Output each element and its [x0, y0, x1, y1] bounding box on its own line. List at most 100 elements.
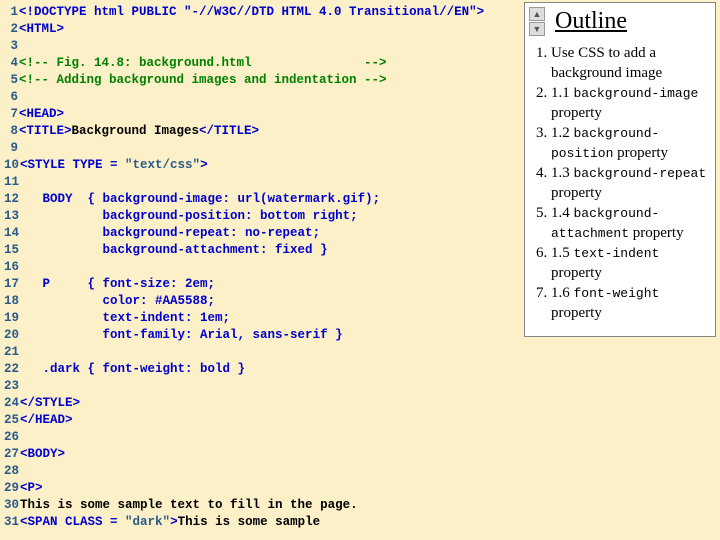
line-number: 17: [4, 276, 19, 293]
code-token: "dark": [125, 514, 170, 531]
outline-item[interactable]: 1.5 text-indent property: [551, 244, 707, 283]
outline-nav-buttons: ▲ ▼: [529, 7, 545, 36]
code-token: <STYLE TYPE =: [20, 157, 125, 174]
line-number: 27: [4, 446, 19, 463]
outline-text: text-indent: [574, 246, 660, 261]
outline-text: property: [551, 305, 602, 321]
line-number: 26: [4, 429, 19, 446]
line-number: 21: [4, 344, 19, 361]
outline-text: font-weight: [574, 286, 660, 301]
line-number: 2: [4, 21, 18, 38]
outline-down-button[interactable]: ▼: [529, 22, 545, 36]
outline-text: 1.6: [551, 285, 574, 301]
outline-title: Outline: [555, 8, 627, 35]
code-line: 9: [4, 140, 520, 157]
outline-text: 1.5: [551, 245, 574, 261]
code-token: font-family: Arial, sans-serif }: [20, 327, 343, 344]
code-token: <!DOCTYPE html PUBLIC "-//W3C//DTD HTML …: [19, 4, 484, 21]
code-line: 13 background-position: bottom right;: [4, 208, 520, 225]
code-token: BODY { background-image: url(watermark.g…: [20, 191, 380, 208]
line-number: 25: [4, 412, 19, 429]
code-token: >: [200, 157, 208, 174]
code-token: background-attachment: fixed }: [20, 242, 328, 259]
code-token: This is some sample: [178, 514, 321, 531]
outline-text: property: [629, 225, 684, 241]
outline-list: Use CSS to add a background image1.1 bac…: [525, 38, 715, 336]
code-token: <BODY>: [20, 446, 65, 463]
code-line: 15 background-attachment: fixed }: [4, 242, 520, 259]
outline-text: 1.1: [551, 85, 574, 101]
outline-item[interactable]: 1.3 background-repeat property: [551, 164, 707, 203]
code-token: </TITLE>: [199, 123, 259, 140]
code-token: <!-- Adding background images and indent…: [19, 72, 387, 89]
code-line: 17 P { font-size: 2em;: [4, 276, 520, 293]
code-token: >: [170, 514, 178, 531]
code-line: 28: [4, 463, 520, 480]
code-line: 19 text-indent: 1em;: [4, 310, 520, 327]
code-token: <!-- Fig. 14.8: background.html -->: [19, 55, 387, 72]
line-number: 19: [4, 310, 19, 327]
line-number: 28: [4, 463, 19, 480]
outline-text: 1.3: [551, 165, 574, 181]
outline-text: Use CSS to add a background image: [551, 45, 662, 81]
code-line: 2<HTML>: [4, 21, 520, 38]
code-token: text-indent: 1em;: [20, 310, 230, 327]
code-line: 5<!-- Adding background images and inden…: [4, 72, 520, 89]
code-token: <P>: [20, 480, 43, 497]
line-number: 30: [4, 497, 19, 514]
line-number: 14: [4, 225, 19, 242]
code-line: 24</STYLE>: [4, 395, 520, 412]
code-token: </STYLE>: [20, 395, 80, 412]
code-token: background-position: bottom right;: [20, 208, 358, 225]
outline-text: background-repeat: [574, 166, 707, 181]
line-number: 5: [4, 72, 18, 89]
line-number: 9: [4, 140, 18, 157]
line-number: 6: [4, 89, 18, 106]
outline-item[interactable]: 1.4 background-attachment property: [551, 204, 707, 243]
code-line: 18 color: #AA5588;: [4, 293, 520, 310]
outline-panel: ▲ ▼ Outline Use CSS to add a background …: [524, 2, 716, 337]
code-token: <TITLE>: [19, 123, 72, 140]
code-line: 10<STYLE TYPE = "text/css">: [4, 157, 520, 174]
code-line: 3: [4, 38, 520, 55]
line-number: 22: [4, 361, 19, 378]
line-number: 16: [4, 259, 19, 276]
line-number: 13: [4, 208, 19, 225]
code-line: 1<!DOCTYPE html PUBLIC "-//W3C//DTD HTML…: [4, 4, 520, 21]
outline-text: property: [551, 265, 602, 281]
code-line: 26: [4, 429, 520, 446]
outline-text: background-image: [574, 86, 699, 101]
code-token: background-repeat: no-repeat;: [20, 225, 320, 242]
line-number: 11: [4, 174, 19, 191]
outline-item[interactable]: 1.2 background-position property: [551, 124, 707, 163]
code-line: 20 font-family: Arial, sans-serif }: [4, 327, 520, 344]
outline-text: 1.2: [551, 125, 574, 141]
line-number: 7: [4, 106, 18, 123]
line-number: 1: [4, 4, 18, 21]
outline-text: property: [551, 185, 602, 201]
code-token: </HEAD>: [20, 412, 73, 429]
code-line: 23: [4, 378, 520, 395]
code-line: 27<BODY>: [4, 446, 520, 463]
line-number: 8: [4, 123, 18, 140]
line-number: 18: [4, 293, 19, 310]
code-token: color: #AA5588;: [20, 293, 215, 310]
line-number: 20: [4, 327, 19, 344]
code-token: P { font-size: 2em;: [20, 276, 223, 293]
line-number: 4: [4, 55, 18, 72]
code-line: 11: [4, 174, 520, 191]
outline-up-button[interactable]: ▲: [529, 7, 545, 21]
code-token: <SPAN CLASS =: [20, 514, 125, 531]
code-line: 30This is some sample text to fill in th…: [4, 497, 520, 514]
code-token: <HTML>: [19, 21, 64, 38]
outline-item[interactable]: Use CSS to add a background image: [551, 44, 707, 83]
outline-item[interactable]: 1.6 font-weight property: [551, 284, 707, 323]
line-number: 29: [4, 480, 19, 497]
line-number: 24: [4, 395, 19, 412]
line-number: 31: [4, 514, 19, 531]
outline-item[interactable]: 1.1 background-image property: [551, 84, 707, 123]
code-line: 29<P>: [4, 480, 520, 497]
code-area: 1<!DOCTYPE html PUBLIC "-//W3C//DTD HTML…: [0, 0, 520, 531]
outline-text: property: [551, 105, 602, 121]
outline-text: property: [613, 145, 668, 161]
